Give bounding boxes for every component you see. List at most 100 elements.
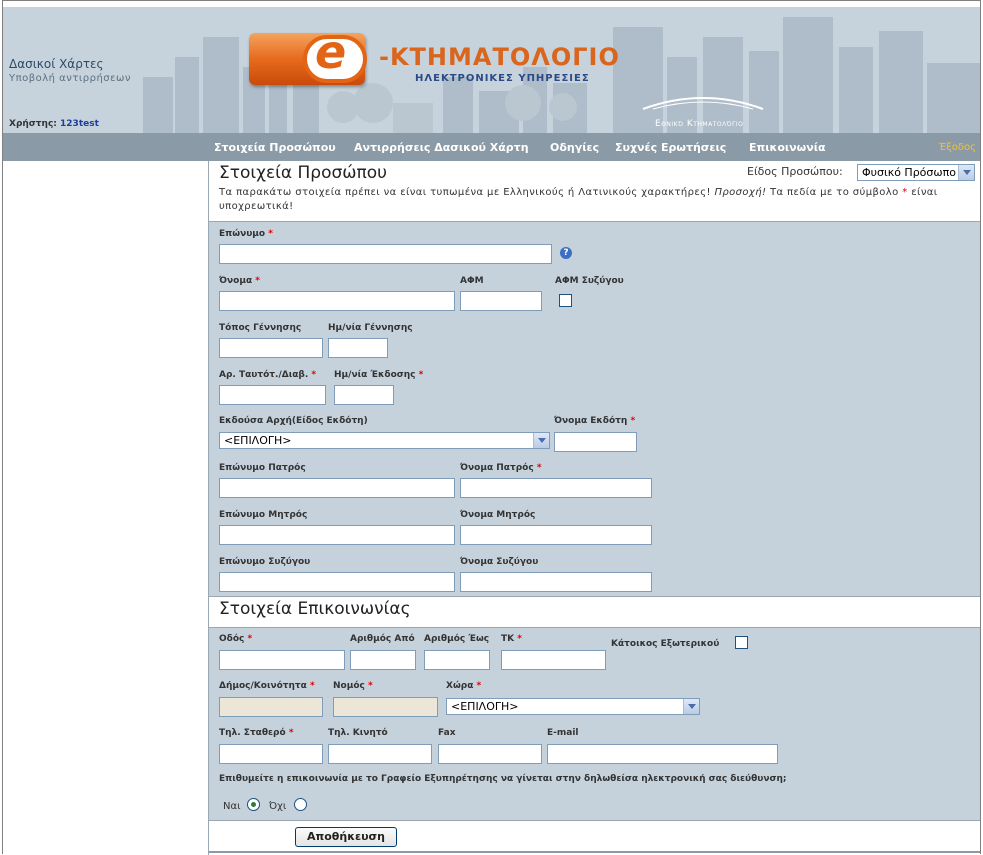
street-label: Οδός * (219, 634, 253, 644)
brand-name: Εθνικό Κτηματολόγιο (655, 119, 744, 129)
father-surname-input[interactable] (219, 478, 455, 498)
logo-letter: e (315, 25, 347, 79)
no-radio[interactable] (294, 798, 307, 811)
surname-input[interactable] (219, 244, 552, 264)
save-button[interactable]: Αποθήκευση (295, 827, 397, 847)
country-value: <ΕΠΙΛΟΓΗ> (451, 700, 519, 713)
nav-forest-map-objections[interactable]: Αντιρρήσεις Δασικού Χάρτη (354, 141, 529, 154)
abroad-checkbox[interactable] (735, 636, 748, 649)
issuing-authority-value: <ΕΠΙΛΟΓΗ> (224, 434, 292, 447)
spouse-surname-label: Επώνυμο Συζύγου (219, 557, 311, 567)
street-input[interactable] (219, 650, 345, 670)
logo-title: -ΚΤΗΜΑΤΟΛΟΓΙΟ (379, 43, 620, 71)
issuer-name-input[interactable] (554, 432, 637, 452)
issue-date-input[interactable] (334, 385, 394, 405)
zip-label: ΤΚ * (501, 634, 522, 644)
main-content: Στοιχεία Προσώπου Είδος Προσώπου: Φυσικό… (209, 161, 980, 855)
municipality-input[interactable] (219, 697, 323, 717)
mother-name-input[interactable] (460, 525, 652, 545)
header-banner: Δασικοί Χάρτες Υποβολή αντιρρήσεων Χρήστ… (3, 7, 980, 133)
logo-subtitle: ΗΛΕΚΤΡΟΝΙΚΕΣ ΥΠΗΡΕΣΙΕΣ (415, 73, 590, 84)
spouse-surname-input[interactable] (219, 572, 455, 592)
intro-required-star: * (902, 187, 908, 198)
chevron-down-icon[interactable] (533, 433, 549, 448)
afm-spouse-checkbox[interactable] (559, 294, 572, 307)
intro-text: Τα παρακάτω στοιχεία πρέπει να είναι τυπ… (219, 186, 969, 214)
municipality-label: Δήμος/Κοινότητα * (219, 681, 315, 691)
yes-label: Ναι (223, 801, 241, 812)
nav-instructions[interactable]: Οδηγίες (550, 141, 599, 154)
mother-surname-label: Επώνυμο Μητρός (219, 510, 308, 520)
no-label: Όχι (269, 801, 287, 812)
fax-input[interactable] (438, 744, 542, 764)
page-frame: Δασικοί Χάρτες Υποβολή αντιρρήσεων Χρήστ… (2, 0, 981, 855)
nav-person-details[interactable]: Στοιχεία Προσώπου (214, 141, 336, 154)
mother-name-label: Όνομα Μητρός (460, 510, 536, 520)
main-nav: Στοιχεία Προσώπου Αντιρρήσεις Δασικού Χά… (3, 133, 980, 161)
afm-input[interactable] (460, 291, 542, 311)
prefecture-input[interactable] (333, 697, 438, 717)
father-surname-label: Επώνυμο Πατρός (219, 463, 306, 473)
afm-label: ΑΦΜ (460, 276, 484, 286)
section-title: Δασικοί Χάρτες (9, 57, 104, 71)
phone-label: Τηλ. Σταθερό * (219, 728, 294, 738)
intro-line-1: Τα παρακάτω στοιχεία πρέπει να είναι τυπ… (219, 187, 711, 198)
spouse-name-input[interactable] (460, 572, 652, 592)
spouse-name-label: Όνομα Συζύγου (460, 557, 539, 567)
phone-input[interactable] (219, 744, 323, 764)
section-subtitle: Υποβολή αντιρρήσεων (9, 73, 131, 84)
country-select[interactable]: <ΕΠΙΛΟΓΗ> (446, 698, 700, 715)
number-to-label: Αριθμός Έως (424, 634, 490, 644)
abroad-label: Κάτοικος Εξωτερικού (611, 639, 720, 649)
name-label: Όνομα * (219, 276, 260, 286)
left-sidebar (3, 161, 209, 855)
mother-surname-input[interactable] (219, 525, 455, 545)
id-number-label: Αρ. Ταυτότ./Διαβ. * (219, 370, 317, 380)
mobile-label: Τηλ. Κινητό (328, 728, 388, 738)
nav-contact[interactable]: Επικοινωνία (749, 141, 826, 154)
number-to-input[interactable] (424, 650, 490, 670)
father-name-label: Όνομα Πατρός * (460, 463, 542, 473)
nav-exit-link[interactable]: Έξοδος (939, 142, 976, 153)
issue-date-label: Ημ/νία Έκδοσης * (334, 370, 424, 380)
id-number-input[interactable] (219, 385, 326, 405)
person-section-title: Στοιχεία Προσώπου (219, 163, 387, 183)
nav-faq[interactable]: Συχνές Ερωτήσεις (615, 141, 726, 154)
country-label: Χώρα * (446, 681, 482, 691)
person-type-value: Φυσικό Πρόσωπο (862, 166, 956, 179)
fax-label: Fax (438, 728, 456, 738)
surname-label: Επώνυμο * (219, 229, 273, 239)
person-type-select[interactable]: Φυσικό Πρόσωπο (857, 164, 975, 181)
zip-input[interactable] (501, 650, 606, 670)
mobile-input[interactable] (328, 744, 432, 764)
birth-date-input[interactable] (328, 338, 388, 358)
afm-spouse-label: ΑΦΜ Συζύγου (555, 276, 624, 286)
contact-form-panel: Οδός * Αριθμός Από Αριθμός Έως ΤΚ * Κάτο… (209, 627, 980, 821)
bottom-divider (209, 851, 980, 853)
contact-section-title: Στοιχεία Επικοινωνίας (219, 599, 411, 619)
person-type-label: Είδος Προσώπου: (747, 165, 843, 178)
issuing-authority-label: Εκδούσα Αρχή(Είδος Εκδότη) (219, 416, 368, 426)
email-question: Επιθυμείτε η επικοινωνία με το Γραφείο Ε… (219, 774, 787, 784)
user-info: Χρήστης: 123test (9, 119, 99, 129)
email-label: E-mail (547, 728, 579, 738)
intro-caution: Προσοχή! (714, 187, 767, 198)
birth-place-input[interactable] (219, 338, 323, 358)
number-from-label: Αριθμός Από (350, 634, 415, 644)
name-input[interactable] (219, 291, 455, 311)
yes-radio[interactable] (247, 798, 260, 811)
chevron-down-icon[interactable] (958, 165, 974, 180)
chevron-down-icon[interactable] (683, 699, 699, 714)
intro-line-2: Τα πεδία με το σύμβολο (769, 187, 899, 198)
birth-place-label: Τόπος Γέννησης (219, 323, 302, 333)
user-label: Χρήστης: (9, 119, 57, 129)
number-from-input[interactable] (350, 650, 416, 670)
help-icon[interactable]: ? (560, 247, 572, 259)
issuing-authority-select[interactable]: <ΕΠΙΛΟΓΗ> (219, 432, 550, 449)
person-form-panel: Επώνυμο * ? Όνομα * ΑΦΜ ΑΦΜ Συζύγου Τόπο… (209, 221, 980, 597)
birth-date-label: Ημ/νία Γέννησης (328, 323, 413, 333)
email-input[interactable] (547, 744, 778, 764)
father-name-input[interactable] (460, 478, 652, 498)
section-heading: Δασικοί Χάρτες Υποβολή αντιρρήσεων (9, 57, 131, 84)
issuer-name-label: Όνομα Εκδότη * (554, 416, 636, 426)
